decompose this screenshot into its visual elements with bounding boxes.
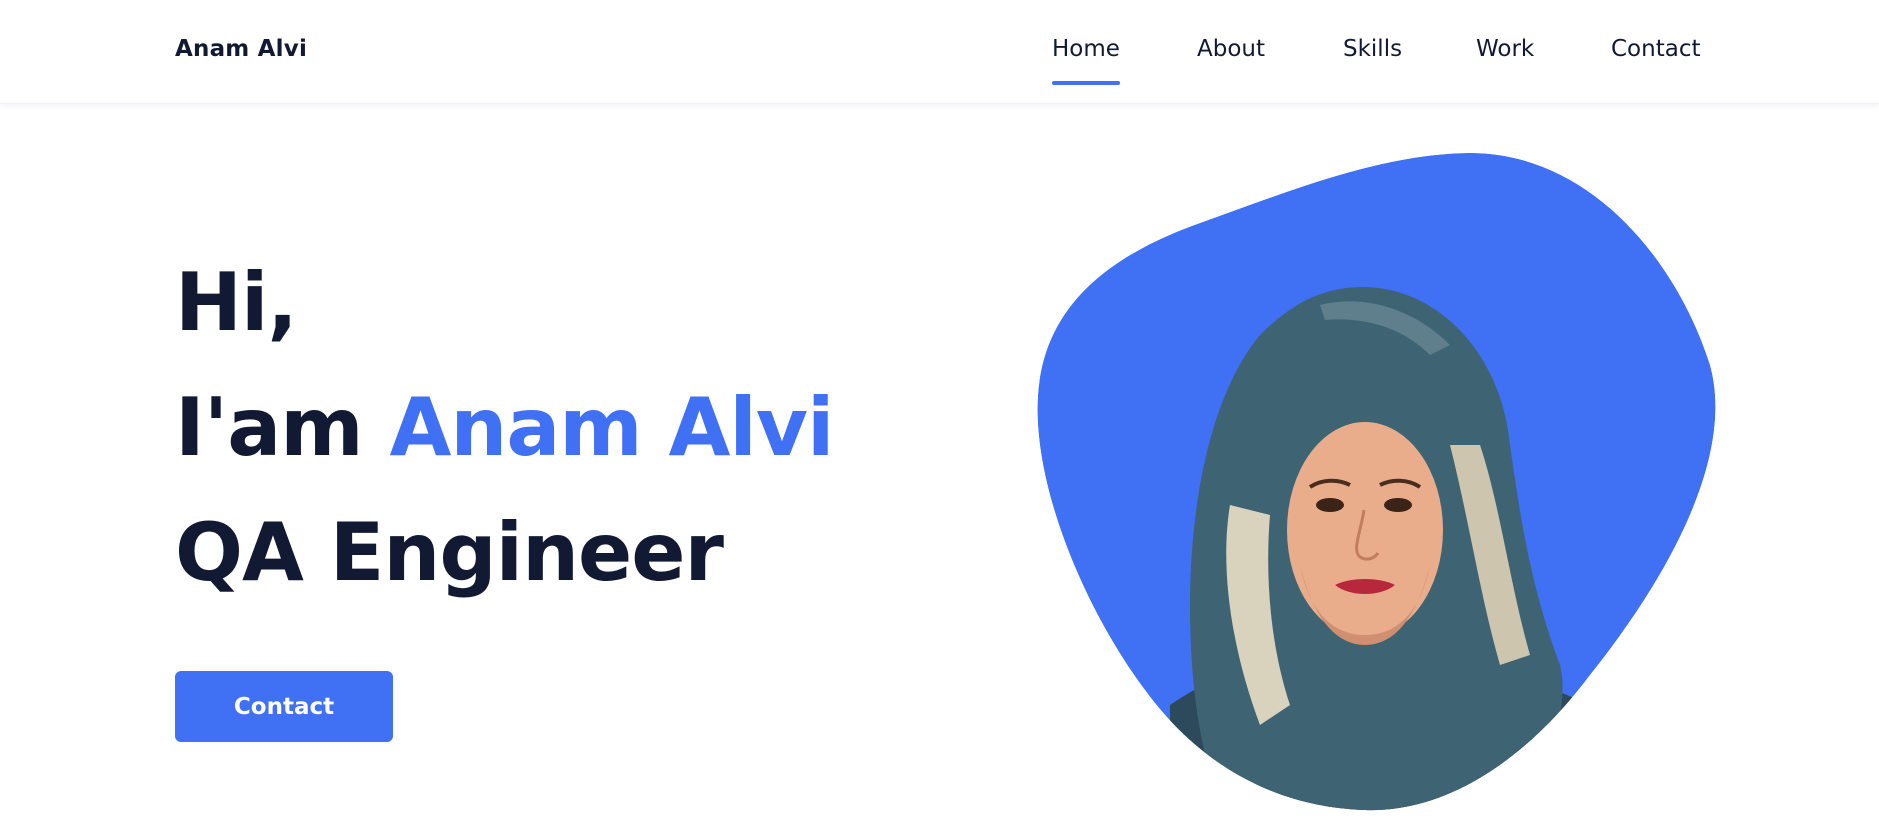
site-header: Anam Alvi Home About Skills Work Contact [0,0,1879,104]
nav-contact[interactable]: Contact [1611,36,1700,86]
portrait-face [1287,422,1443,638]
hero-greeting: Hi, [175,256,298,349]
contact-button[interactable]: Contact [175,671,393,742]
hero-intro-line: I'am Anam Alvi [175,365,834,490]
hero-name: Anam Alvi [389,381,834,474]
hero-heading: Hi, I'am Anam Alvi QA Engineer [175,240,834,615]
hero-role: QA Engineer [175,506,724,599]
main-nav: Home About Skills Work Contact [0,36,1879,86]
portrait-eye-right [1384,498,1412,512]
portrait-eye-left [1316,498,1344,512]
nav-work[interactable]: Work [1476,36,1534,86]
profile-portrait [1037,152,1716,811]
nav-skills[interactable]: Skills [1343,36,1402,86]
hero-intro-prefix: I'am [175,381,390,474]
nav-about[interactable]: About [1197,36,1265,86]
nav-home[interactable]: Home [1052,36,1120,86]
